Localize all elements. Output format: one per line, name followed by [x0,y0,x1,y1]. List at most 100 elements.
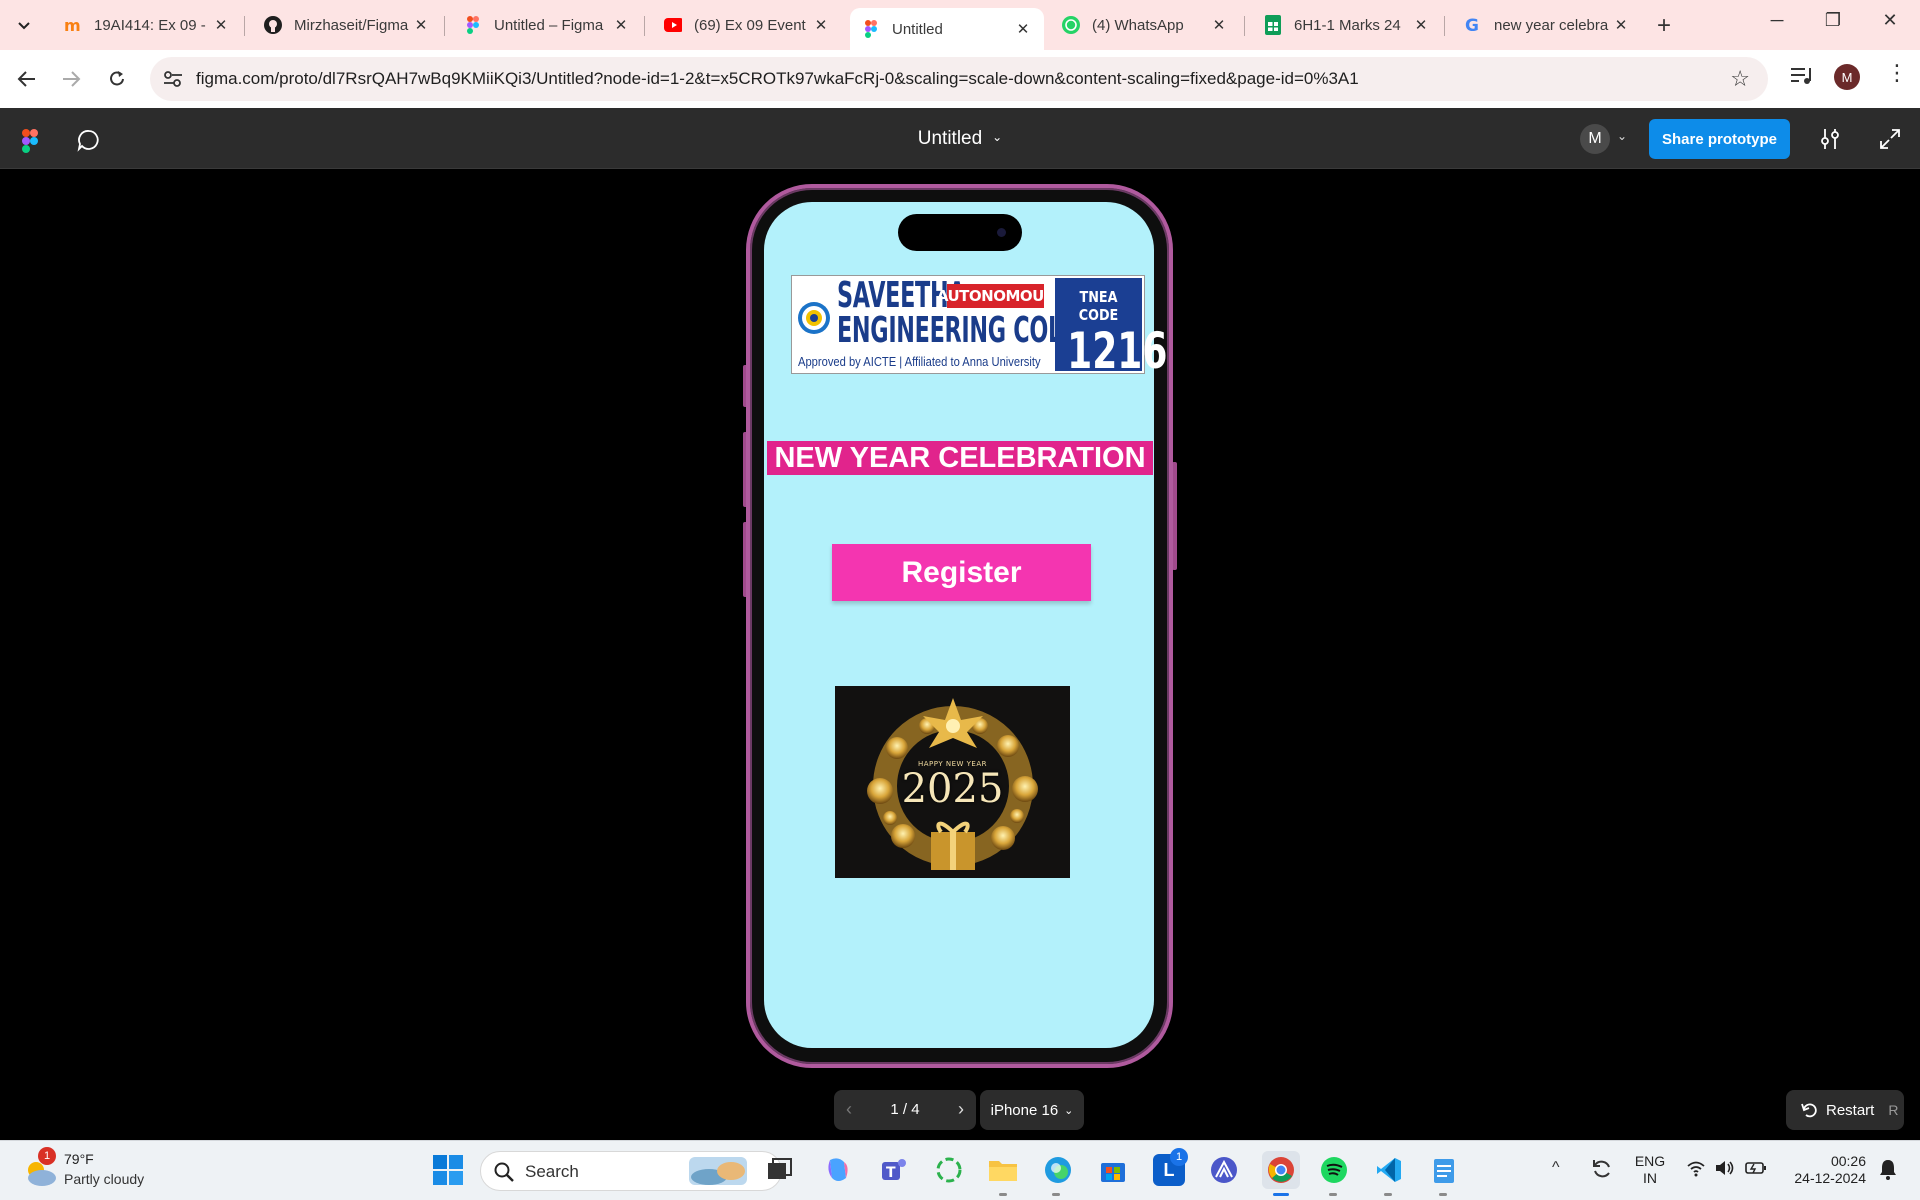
clock-time: 00:26 [1830,1153,1866,1169]
forward-arrow-icon[interactable] [58,66,84,92]
tab-separator [244,16,245,36]
tab-figma-prototype-active[interactable]: Untitled ✕ [850,8,1044,50]
close-tab-icon[interactable]: ✕ [1612,16,1630,34]
tab-separator [444,16,445,36]
weather-widget[interactable]: 1 79°F Partly cloudy [22,1147,182,1194]
device-select[interactable]: iPhone 16 ⌄ [980,1090,1084,1130]
happy-new-year-2025-image: HAPPY NEW YEAR 2025 [835,686,1070,878]
triangle-app-icon[interactable] [1208,1154,1240,1186]
restart-button[interactable]: Restart R [1786,1090,1904,1130]
taskbar-search[interactable]: Search [480,1151,782,1191]
tab-google-search[interactable]: G new year celebra ✕ [1452,8,1642,42]
weather-condition: Partly cloudy [64,1171,145,1187]
restart-shortcut: R [1888,1102,1899,1118]
file-title[interactable]: Untitled ⌄ [0,128,1920,150]
active-indicator [1273,1193,1289,1196]
google-icon: G [1464,16,1482,34]
notepad-icon[interactable] [1428,1154,1460,1186]
language-indicator[interactable]: ENG IN [1630,1153,1670,1187]
tab-github[interactable]: Mirzhaseit/Figma ✕ [252,8,442,42]
clock-date: 24-12-2024 [1794,1170,1866,1186]
site-settings-icon[interactable] [162,68,184,90]
url-text[interactable]: figma.com/proto/dl7RsrQAH7wBq9KMiiKQi3/U… [196,69,1359,89]
weather-badge: 1 [38,1147,56,1165]
close-window-icon[interactable]: ✕ [1875,10,1905,31]
figma-icon [862,20,880,38]
close-tab-icon[interactable]: ✕ [1210,16,1228,34]
close-tab-icon[interactable]: ✕ [1412,16,1430,34]
tab-search-chevron-icon[interactable] [10,12,38,40]
edge-icon[interactable] [1042,1154,1074,1186]
user-avatar[interactable]: M [1580,124,1610,154]
tab-youtube[interactable]: (69) Ex 09 Event ✕ [652,8,842,42]
language-line2: IN [1643,1170,1657,1186]
tab-whatsapp[interactable]: (4) WhatsApp ✕ [1050,8,1240,42]
chevron-down-icon[interactable]: ⌄ [1617,129,1627,143]
figma-icon [464,16,482,34]
battery-icon[interactable] [1745,1159,1767,1182]
task-view-icon[interactable] [764,1154,796,1186]
windows-start-icon[interactable] [432,1154,464,1186]
media-control-icon[interactable] [1789,64,1813,91]
back-arrow-icon[interactable] [14,66,40,92]
spotify-icon[interactable] [1318,1154,1350,1186]
youtube-icon [664,16,682,34]
tab-separator [1444,16,1445,36]
new-year-celebration-banner: NEW YEAR CELEBRATION [767,441,1153,475]
tab-moodle[interactable]: m 19AI414: Ex 09 - ✕ [52,8,242,42]
next-frame-icon[interactable]: › [958,1099,964,1120]
notification-badge: 1 [1170,1148,1188,1166]
close-tab-icon[interactable]: ✕ [812,16,830,34]
autonomous-badge: AUTONOMOUS [937,284,1055,308]
wifi-icon[interactable] [1686,1159,1706,1182]
close-tab-icon[interactable]: ✕ [612,16,630,34]
minimize-icon[interactable]: ─ [1762,10,1792,31]
microsoft-store-icon[interactable] [1097,1154,1129,1186]
file-title-text: Untitled [917,128,983,149]
vscode-icon[interactable] [1373,1154,1405,1186]
notification-bell-icon[interactable] [1877,1157,1899,1186]
figma-prototype-header: Untitled ⌄ M ⌄ Share prototype [0,108,1920,169]
whatsapp-icon [1062,16,1080,34]
register-button[interactable]: Register [832,544,1091,601]
tnea-label: TNEA CODE [1078,288,1119,324]
tab-separator [644,16,645,36]
weather-temp: 79°F [64,1151,94,1167]
sync-icon[interactable] [1590,1157,1614,1186]
tab-figma-editor[interactable]: Untitled – Figma ✕ [452,8,642,42]
svg-text:G: G [1465,16,1479,34]
tab-title: Untitled – Figma [494,16,604,34]
close-tab-icon[interactable]: ✕ [1014,20,1032,38]
fullscreen-icon[interactable] [1877,126,1903,152]
close-tab-icon[interactable]: ✕ [212,16,230,34]
close-tab-icon[interactable]: ✕ [412,16,430,34]
tab-title: (4) WhatsApp [1092,16,1184,34]
restart-icon [1801,1103,1817,1118]
prototype-settings-icon[interactable] [1817,126,1843,152]
file-explorer-icon[interactable] [987,1154,1019,1186]
dynamic-island [898,214,1022,251]
browser-toolbar: figma.com/proto/dl7RsrQAH7wBq9KMiiKQi3/U… [0,50,1920,108]
tab-google-sheets[interactable]: 6H1-1 Marks 24 ✕ [1252,8,1442,42]
address-bar[interactable]: figma.com/proto/dl7RsrQAH7wBq9KMiiKQi3/U… [150,57,1768,101]
copilot-icon[interactable] [822,1154,854,1186]
restart-label: Restart [1826,1101,1875,1119]
chrome-icon[interactable] [1262,1151,1300,1189]
reload-icon[interactable] [104,66,130,92]
clock[interactable]: 00:26 24-12-2024 [1780,1153,1868,1187]
frame-pager: ‹ 1 / 4 › [834,1090,976,1130]
tab-title: 6H1-1 Marks 24 [1294,16,1401,34]
teams-icon[interactable]: T [877,1154,909,1186]
tab-title: (69) Ex 09 Event [694,16,806,34]
refresh-app-icon[interactable] [933,1154,965,1186]
running-indicator [1384,1193,1392,1196]
show-hidden-icons-chevron-icon[interactable]: ^ [1552,1159,1560,1177]
browser-menu-icon[interactable]: ⋮ [1886,60,1908,86]
sheets-icon [1264,15,1282,35]
browser-profile-avatar[interactable]: M [1834,64,1860,90]
bookmark-star-icon[interactable]: ☆ [1730,66,1750,92]
new-tab-button[interactable]: + [1650,12,1678,40]
volume-icon[interactable] [1714,1159,1736,1182]
share-prototype-button[interactable]: Share prototype [1649,119,1790,159]
restore-window-icon[interactable]: ❐ [1818,10,1848,31]
